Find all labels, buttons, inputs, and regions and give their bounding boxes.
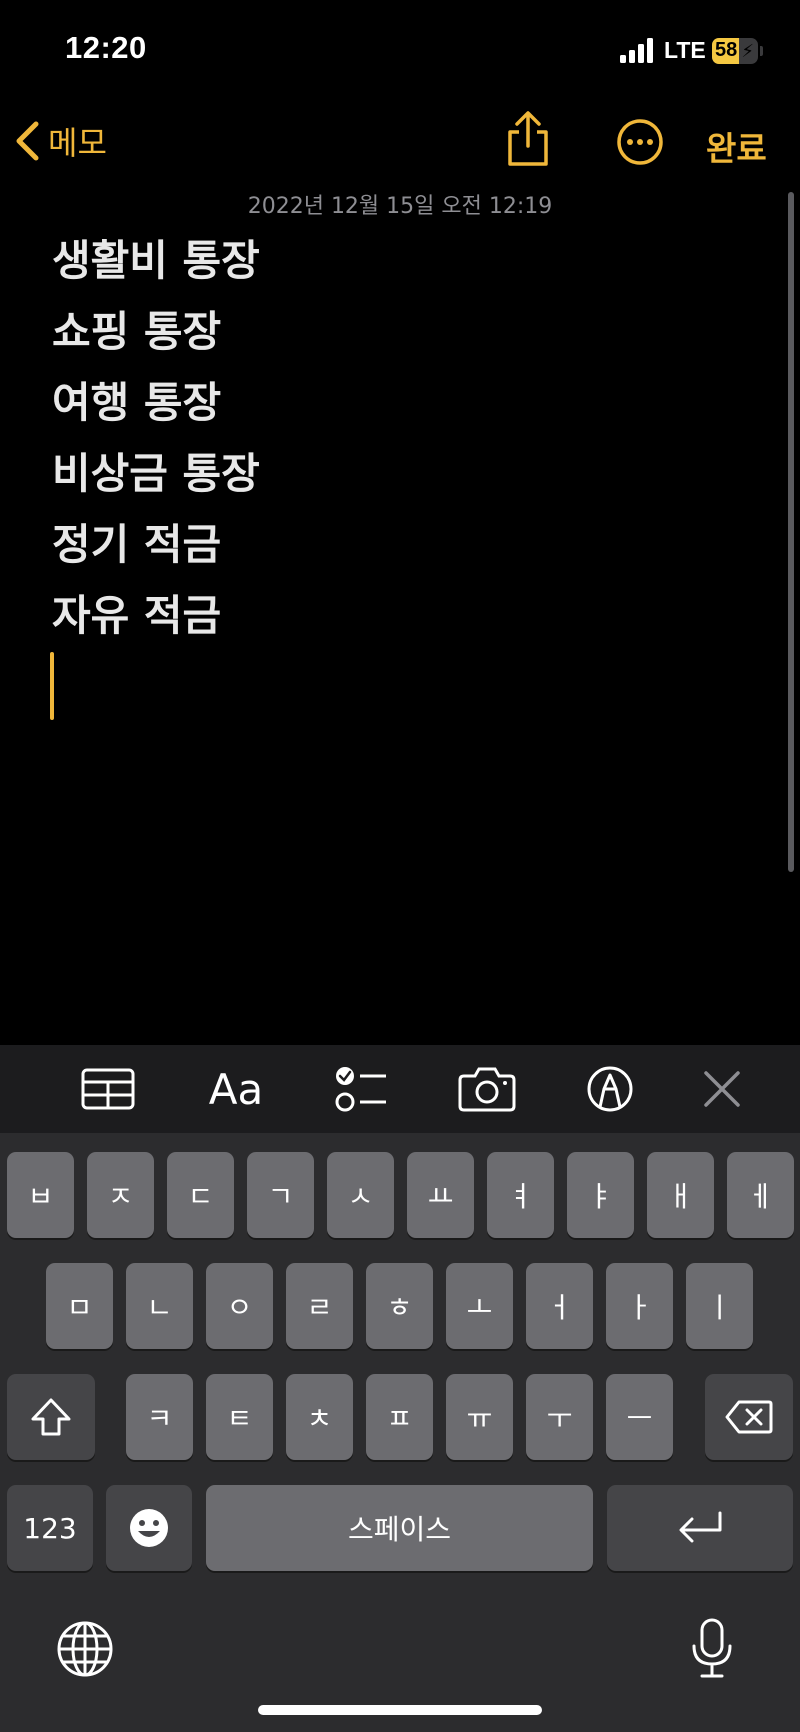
key[interactable]: ㅍ <box>366 1374 433 1460</box>
note-line[interactable]: 생활비 통장 <box>52 230 260 301</box>
note-line[interactable]: 여행 통장 <box>52 372 260 443</box>
charging-bolt-icon: ⚡ <box>741 41 754 62</box>
checklist-icon <box>335 1067 386 1112</box>
key[interactable]: ㅌ <box>206 1374 273 1460</box>
shift-key[interactable] <box>7 1374 95 1460</box>
text-format-label: Aa <box>208 1064 264 1114</box>
key[interactable]: ㅇ <box>206 1263 273 1349</box>
key[interactable]: ㅊ <box>286 1374 353 1460</box>
emoji-icon <box>130 1509 168 1547</box>
back-button[interactable]: 메모 <box>14 118 107 164</box>
key[interactable]: ㅜ <box>526 1374 593 1460</box>
delete-key[interactable] <box>705 1374 793 1460</box>
key[interactable]: ㅎ <box>366 1263 433 1349</box>
dictation-button[interactable] <box>690 1618 734 1684</box>
note-body[interactable]: 생활비 통장 쇼핑 통장 여행 통장 비상금 통장 정기 적금 자유 적금 <box>52 230 260 656</box>
format-toolbar: Aa <box>0 1045 800 1133</box>
key[interactable]: ㄱ <box>247 1152 314 1238</box>
key[interactable]: ㅛ <box>407 1152 474 1238</box>
note-line[interactable]: 정기 적금 <box>52 514 260 585</box>
key[interactable]: ㅔ <box>727 1152 794 1238</box>
globe-button[interactable] <box>56 1620 114 1682</box>
key[interactable]: ㅕ <box>487 1152 554 1238</box>
share-button[interactable] <box>505 110 551 172</box>
battery-icon: 58 ⚡ <box>712 38 758 64</box>
status-time: 12:20 <box>65 30 147 65</box>
key[interactable]: ㅠ <box>446 1374 513 1460</box>
key[interactable]: ㅐ <box>647 1152 714 1238</box>
more-options-icon <box>617 119 663 165</box>
key[interactable]: ㅣ <box>686 1263 753 1349</box>
chevron-left-icon <box>16 121 39 161</box>
share-icon <box>508 111 548 166</box>
note-line[interactable]: 쇼핑 통장 <box>52 301 260 372</box>
note-line[interactable]: 비상금 통장 <box>52 443 260 514</box>
key[interactable]: ㄷ <box>167 1152 234 1238</box>
scrollbar[interactable] <box>788 192 794 872</box>
numbers-key[interactable]: 123 <box>7 1485 93 1571</box>
done-button[interactable]: 완료 <box>706 122 767 170</box>
markup-pen-icon <box>587 1066 633 1112</box>
key[interactable]: ㅡ <box>606 1374 673 1460</box>
key[interactable]: ㅈ <box>87 1152 154 1238</box>
note-date: 2022년 12월 15일 오전 12:19 <box>247 194 553 219</box>
globe-icon <box>57 1621 113 1677</box>
key[interactable]: ㅋ <box>126 1374 193 1460</box>
return-icon <box>679 1511 722 1543</box>
text-cursor <box>50 652 54 720</box>
home-indicator[interactable] <box>258 1705 542 1715</box>
more-button[interactable] <box>616 118 664 170</box>
cellular-signal-icon <box>620 37 656 63</box>
text-format-button[interactable]: Aa <box>196 1045 276 1133</box>
network-type: LTE <box>664 37 706 63</box>
microphone-icon <box>692 1618 732 1678</box>
camera-button[interactable] <box>447 1045 527 1133</box>
close-icon <box>704 1071 740 1107</box>
return-key[interactable] <box>607 1485 793 1571</box>
shift-arrow-icon <box>31 1398 71 1436</box>
space-key[interactable]: 스페이스 <box>206 1485 593 1571</box>
close-toolbar-button[interactable] <box>682 1045 762 1133</box>
key[interactable]: ㄹ <box>286 1263 353 1349</box>
note-line[interactable]: 자유 적금 <box>52 585 260 656</box>
checklist-button[interactable] <box>321 1045 401 1133</box>
key[interactable]: ㅂ <box>7 1152 74 1238</box>
key[interactable]: ㄴ <box>126 1263 193 1349</box>
emoji-key[interactable] <box>106 1485 192 1571</box>
markup-button[interactable] <box>570 1045 650 1133</box>
key[interactable]: ㅏ <box>606 1263 673 1349</box>
backspace-icon <box>725 1400 773 1434</box>
camera-icon <box>458 1067 516 1112</box>
key[interactable]: ㅓ <box>526 1263 593 1349</box>
battery-cap <box>760 46 763 56</box>
back-label: 메모 <box>48 124 107 162</box>
keyboard: ㅂ ㅈ ㄷ ㄱ ㅅ ㅛ ㅕ ㅑ ㅐ ㅔ ㅁ ㄴ ㅇ ㄹ ㅎ ㅗ ㅓ ㅏ ㅣ ㅋ … <box>0 1133 800 1732</box>
key[interactable]: ㅁ <box>46 1263 113 1349</box>
key[interactable]: ㅗ <box>446 1263 513 1349</box>
battery-percent: 58 <box>715 39 738 61</box>
key[interactable]: ㅑ <box>567 1152 634 1238</box>
table-button[interactable] <box>68 1045 148 1133</box>
table-icon <box>81 1068 135 1110</box>
key[interactable]: ㅅ <box>327 1152 394 1238</box>
